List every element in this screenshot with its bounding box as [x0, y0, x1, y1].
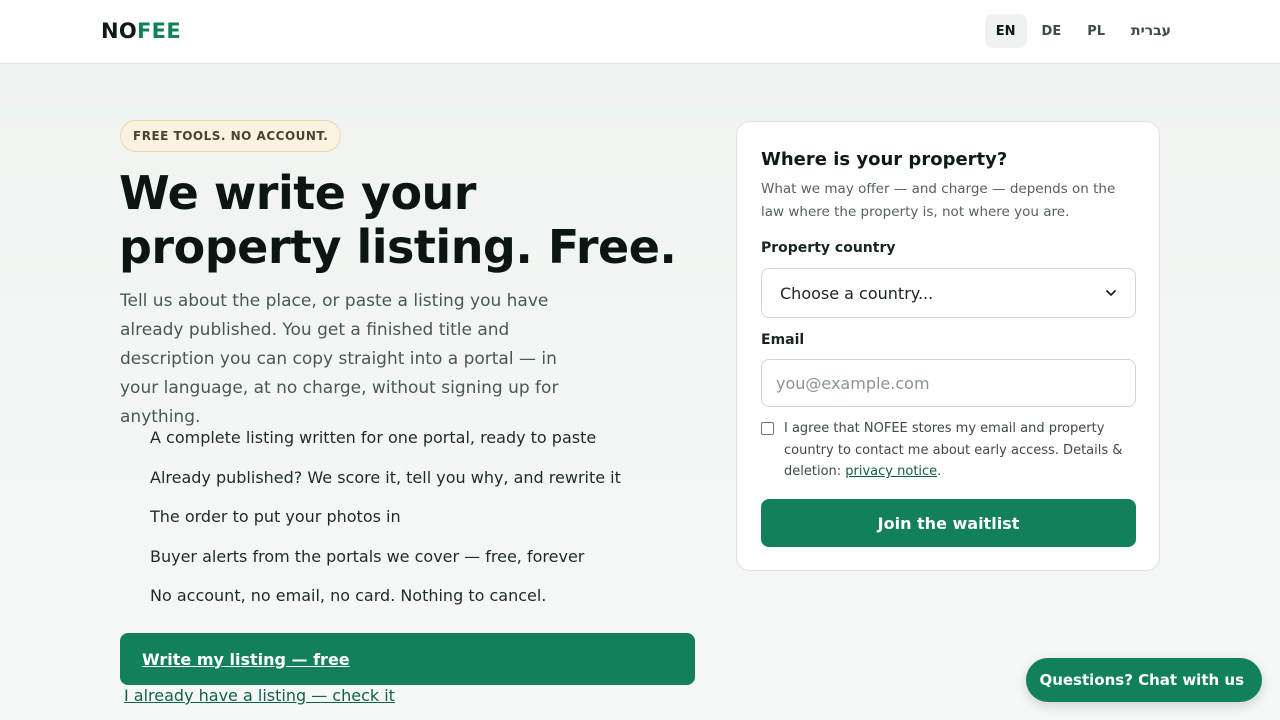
country-select[interactable]: Choose a country...: [761, 268, 1136, 318]
lang-de[interactable]: DE: [1031, 14, 1073, 48]
consent-text: I agree that NOFEE stores my email and p…: [784, 418, 1136, 483]
card-subtitle: What we may offer — and charge — depends…: [761, 181, 1116, 220]
logo[interactable]: NOFEE: [101, 19, 181, 43]
privacy-notice-link[interactable]: privacy notice: [845, 464, 937, 479]
waitlist-card: Where is your property? What we may offe…: [736, 121, 1160, 571]
feature-item: A complete listing written for one porta…: [150, 428, 597, 447]
chevron-down-icon: [1106, 290, 1116, 296]
logo-prefix: NO: [101, 19, 138, 43]
country-select-value: Choose a country...: [780, 283, 934, 303]
language-switcher: EN DE PL עברית: [984, 14, 1182, 48]
check-listing-link[interactable]: I already have a listing — check it: [124, 686, 395, 705]
feature-item: The order to put your photos in: [150, 507, 401, 527]
write-listing-label: Write my listing — free: [142, 649, 350, 669]
consent-text-end: .: [937, 464, 942, 479]
hero-description: Tell us about the place, or paste a list…: [120, 291, 559, 427]
chat-button[interactable]: Questions? Chat with us: [1026, 658, 1262, 702]
feature-item: Buyer alerts from the portals we cover —…: [150, 546, 585, 566]
email-label: Email: [761, 332, 805, 348]
logo-suffix: FEE: [137, 19, 181, 43]
consent-text-body: I agree that NOFEE stores my email and p…: [784, 421, 1123, 479]
write-listing-button[interactable]: Write my listing — free: [120, 633, 695, 685]
join-waitlist-button[interactable]: Join the waitlist: [761, 499, 1136, 547]
consent-row: I agree that NOFEE stores my email and p…: [761, 418, 1136, 483]
site-header: NOFEE EN DE PL עברית: [0, 0, 1280, 64]
feature-list: A complete listing written for one porta…: [150, 426, 621, 624]
card-title: Where is your property?: [761, 149, 1008, 170]
lang-pl[interactable]: PL: [1076, 14, 1116, 48]
email-placeholder: you@example.com: [776, 373, 930, 393]
hero-title: We write your property listing. Free.: [119, 166, 677, 274]
consent-checkbox[interactable]: [761, 422, 774, 435]
feature-item: Already published? We score it, tell you…: [150, 467, 621, 487]
join-waitlist-label: Join the waitlist: [877, 513, 1020, 533]
chat-label: Questions? Chat with us: [1039, 671, 1244, 689]
free-tools-badge: FREE TOOLS. NO ACCOUNT.: [120, 120, 342, 152]
feature-item: No account, no email, no card. Nothing t…: [150, 586, 547, 606]
lang-en[interactable]: EN: [984, 14, 1027, 48]
lang-he[interactable]: עברית: [1120, 14, 1182, 48]
country-label: Property country: [761, 240, 896, 256]
email-input[interactable]: you@example.com: [761, 359, 1136, 407]
